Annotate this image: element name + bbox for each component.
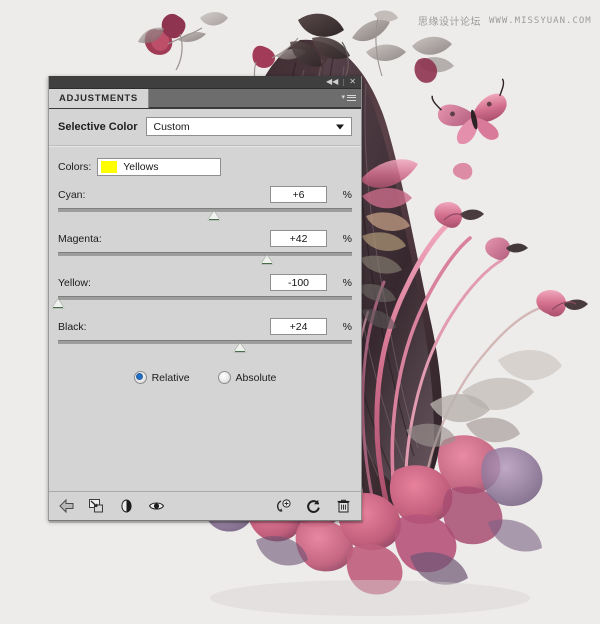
slider-yellow-unit: % xyxy=(342,276,352,289)
slider-magenta: Magenta: +42% xyxy=(58,230,352,266)
slider-yellow-input[interactable]: -100 xyxy=(270,274,327,291)
chevron-down-icon xyxy=(336,124,344,129)
slider-cyan: Cyan: +6% xyxy=(58,186,352,222)
colors-row: Colors: Yellows xyxy=(49,147,361,176)
titlebar-divider xyxy=(343,78,345,86)
slider-yellow: Yellow: -100% xyxy=(52,274,352,310)
delete-icon[interactable] xyxy=(335,498,352,514)
slider-cyan-input[interactable]: +6 xyxy=(270,186,327,203)
slider-black-unit: % xyxy=(342,320,352,333)
slider-magenta-thumb[interactable] xyxy=(260,255,273,264)
watermark-cn: 思缘设计论坛 xyxy=(418,17,481,28)
color-swatch xyxy=(101,161,118,173)
slider-yellow-thumb[interactable] xyxy=(52,299,64,308)
slider-yellow-label: Yellow: xyxy=(58,276,91,289)
colors-dropdown-value: Yellows xyxy=(123,161,159,173)
radio-relative-label: Relative xyxy=(151,371,190,384)
slider-magenta-track-wrap[interactable] xyxy=(58,250,352,266)
page-title: Selective Color xyxy=(58,120,138,133)
tab-adjustments[interactable]: ADJUSTMENTS xyxy=(49,89,149,108)
slider-yellow-track[interactable] xyxy=(58,296,352,300)
panel-tabbar: ADJUSTMENTS ▾ xyxy=(49,89,361,109)
radio-relative[interactable]: Relative xyxy=(133,371,190,384)
slider-black-track[interactable] xyxy=(58,340,352,344)
panel-menu-icon[interactable]: ▾ xyxy=(341,93,356,102)
clip-to-layer-icon[interactable] xyxy=(88,498,105,514)
preset-row: Selective Color Custom xyxy=(49,109,361,143)
watermark: 思缘设计论坛 WWW.MISSYUAN.COM xyxy=(418,13,592,29)
slider-magenta-label: Magenta: xyxy=(58,232,102,245)
radio-absolute-label: Absolute xyxy=(235,371,277,384)
slider-magenta-unit: % xyxy=(342,232,352,245)
slider-yellow-track-wrap[interactable] xyxy=(52,294,352,310)
slider-magenta-track[interactable] xyxy=(58,252,352,256)
slider-magenta-input[interactable]: +42 xyxy=(270,230,327,247)
watermark-en: WWW.MISSYUAN.COM xyxy=(489,15,592,26)
tabbar-filler xyxy=(148,89,361,108)
close-icon[interactable]: ✕ xyxy=(349,78,356,86)
tab-adjustments-label: ADJUSTMENTS xyxy=(59,93,138,104)
slider-magenta-head: Magenta: +42% xyxy=(58,230,352,247)
panel-titlebar: ◀◀ ✕ xyxy=(49,76,361,89)
slider-cyan-track-wrap[interactable] xyxy=(58,206,352,222)
mask-toggle-icon[interactable] xyxy=(118,498,135,514)
slider-list: Cyan: +6% Magenta: +42% Yellow: -100% Black: +2… xyxy=(49,176,361,354)
slider-black-label: Black: xyxy=(58,320,87,333)
slider-cyan-thumb[interactable] xyxy=(207,211,220,220)
slider-black-thumb[interactable] xyxy=(234,343,247,352)
slider-cyan-track[interactable] xyxy=(58,208,352,212)
panel-body: Selective Color Custom Colors: Yellows C… xyxy=(49,109,361,491)
radio-absolute-dot xyxy=(217,371,231,384)
reset-icon[interactable] xyxy=(305,498,322,514)
colors-dropdown[interactable]: Yellows xyxy=(97,158,222,176)
visibility-eye-icon[interactable] xyxy=(148,498,165,514)
slider-cyan-unit: % xyxy=(342,188,352,201)
hamburger-icon xyxy=(347,93,356,102)
colors-label: Colors: xyxy=(58,161,92,173)
back-arrow-icon[interactable] xyxy=(58,498,75,514)
slider-cyan-head: Cyan: +6% xyxy=(58,186,352,203)
chevron-down-icon: ▾ xyxy=(341,94,345,102)
method-radio-group: Relative Absolute xyxy=(49,362,361,384)
slider-yellow-head: Yellow: -100% xyxy=(58,274,352,291)
radio-relative-dot xyxy=(133,371,147,384)
adjustments-panel: ◀◀ ✕ ADJUSTMENTS ▾ Selective Color Custo… xyxy=(48,76,363,523)
slider-black-head: Black: +24% xyxy=(58,318,352,335)
slider-black-track-wrap[interactable] xyxy=(58,338,352,354)
collapse-double-arrow-icon[interactable]: ◀◀ xyxy=(326,78,338,86)
slider-black-input[interactable]: +24 xyxy=(270,318,327,335)
preset-dropdown-value: Custom xyxy=(153,120,190,133)
preset-dropdown[interactable]: Custom xyxy=(146,117,352,136)
panel-footer xyxy=(49,491,361,520)
slider-cyan-label: Cyan: xyxy=(58,188,86,201)
slider-black: Black: +24% xyxy=(58,318,352,354)
preview-icon[interactable] xyxy=(275,498,292,514)
radio-absolute[interactable]: Absolute xyxy=(217,371,277,384)
